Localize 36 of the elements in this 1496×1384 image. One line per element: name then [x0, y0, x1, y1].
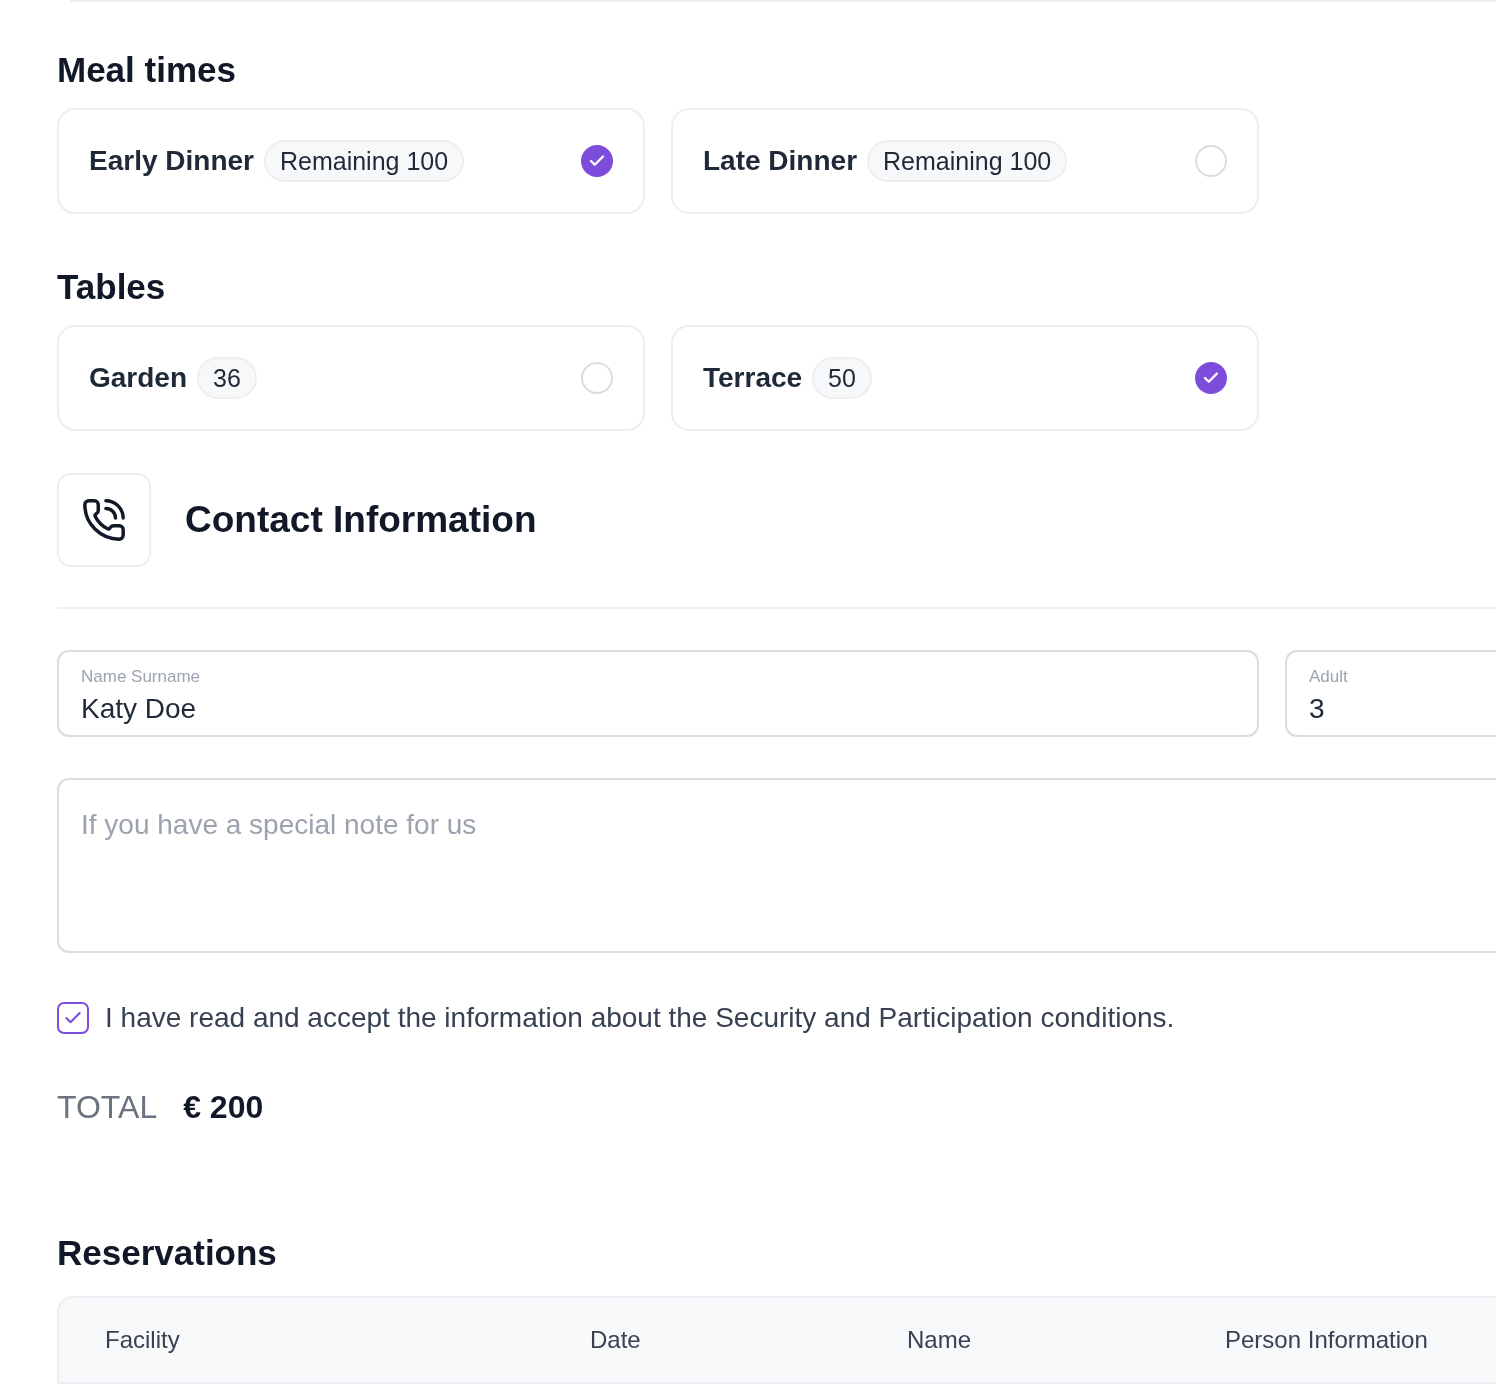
phone-icon	[57, 473, 151, 567]
section-title: Tables	[57, 269, 166, 304]
adult-field[interactable]: Adult 3	[1285, 650, 1496, 737]
section-title: Contact Information	[185, 498, 537, 543]
option-card[interactable]: Early Dinner Remaining 100	[57, 108, 645, 214]
option-label: Garden	[89, 361, 188, 395]
radio-checked-icon[interactable]	[1195, 362, 1227, 394]
count-badge: Remaining 100	[867, 140, 1068, 182]
option-card[interactable]: Terrace 50	[671, 325, 1259, 431]
total-label: TOTAL	[57, 1088, 158, 1127]
column-header: Date	[590, 1325, 641, 1353]
count-badge: 36	[197, 357, 257, 399]
section-title: Meal times	[57, 52, 236, 87]
radio-icon[interactable]	[581, 362, 613, 394]
field-label: Name Surname	[81, 666, 201, 688]
column-header: Person Information	[1225, 1325, 1428, 1353]
note-field[interactable]: If you have a special note for us	[57, 778, 1496, 953]
radio-icon[interactable]	[1195, 145, 1227, 177]
radio-checked-icon[interactable]	[581, 145, 613, 177]
count-badge: Remaining 100	[263, 140, 465, 182]
option-card[interactable]: Garden 36	[57, 325, 645, 431]
field-label: Adult	[1309, 666, 1348, 688]
name-field[interactable]: Name Surname Katy Doe	[57, 650, 1259, 737]
count-badge: 50	[812, 357, 872, 399]
consent-text: I have read and accept the information about the Security and Participation conditions.	[105, 1001, 1175, 1035]
option-card[interactable]: Late Dinner Remaining 100	[671, 108, 1259, 214]
column-header: Name	[907, 1325, 972, 1353]
column-header: Facility	[105, 1325, 180, 1353]
section-title: Reservations	[57, 1232, 277, 1274]
total-value: € 200	[183, 1088, 264, 1127]
field-value: Katy Doe	[81, 691, 197, 726]
field-value: 3	[1309, 691, 1325, 726]
option-label: Late Dinner	[703, 144, 858, 178]
option-label: Early Dinner	[89, 144, 254, 178]
option-label: Terrace	[703, 361, 803, 395]
checkbox[interactable]	[57, 1002, 89, 1034]
